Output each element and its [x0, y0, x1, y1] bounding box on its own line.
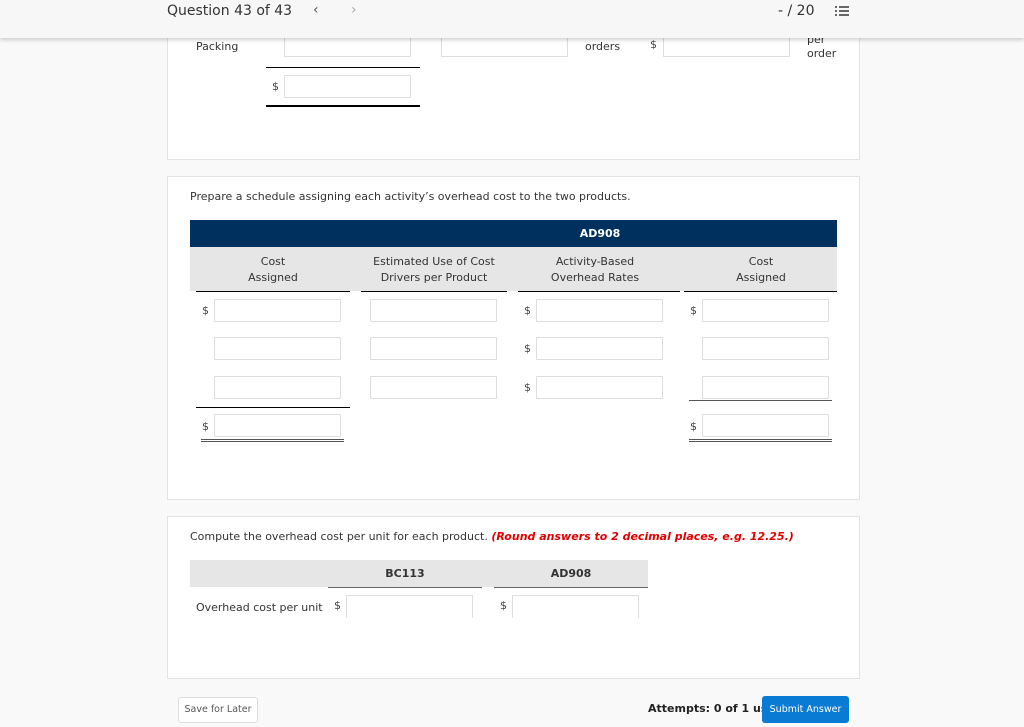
col-header-estimated-use: Estimated Use of Cost Drivers per Product	[357, 254, 511, 286]
currency-symbol: $	[202, 420, 209, 433]
currency-symbol: $	[524, 381, 531, 394]
header-rule	[328, 587, 482, 588]
ad908-overhead-per-unit-input[interactable]	[512, 595, 639, 618]
row-label-overhead-per-unit: Overhead cost per unit	[196, 601, 323, 614]
bc113-cost-assigned-row1[interactable]	[214, 299, 341, 322]
question-counter: Question 43 of 43	[167, 3, 293, 19]
question-list-icon[interactable]	[835, 5, 849, 17]
ad908-rate-row1[interactable]	[536, 299, 663, 322]
rounding-note: (Round answers to 2 decimal places, e.g.…	[491, 530, 794, 543]
currency-symbol: $	[524, 342, 531, 355]
ad908-driver-use-row3[interactable]	[370, 376, 497, 399]
order-text: order	[807, 47, 837, 60]
per-unit-instruction: Compute the overhead cost per unit for e…	[190, 530, 794, 543]
header-rule	[494, 587, 648, 588]
bc113-overhead-per-unit-input[interactable]	[346, 595, 473, 618]
ad908-rate-row3[interactable]	[536, 376, 663, 399]
header-rule	[684, 291, 837, 292]
subtotal-rule	[196, 407, 350, 408]
col-header-line: Drivers per Product	[380, 271, 488, 284]
bc113-cost-assigned-row3[interactable]	[214, 376, 341, 399]
col-header-line: Cost	[748, 255, 774, 268]
col-header-cost-assigned-bc113: Cost Assigned	[196, 254, 350, 286]
save-for-later-button[interactable]: Save for Later	[178, 697, 258, 723]
ad908-cost-assigned-row2[interactable]	[702, 337, 829, 360]
double-total-rule	[201, 439, 344, 442]
ad908-cost-assigned-row1[interactable]	[702, 299, 829, 322]
bc113-total-cost-assigned[interactable]	[214, 414, 341, 437]
total-overhead-input[interactable]	[284, 75, 411, 98]
currency-symbol: $	[650, 38, 657, 51]
next-question-button[interactable]: ›	[351, 2, 357, 18]
currency-symbol: $	[272, 80, 279, 93]
col-header-line: Assigned	[248, 271, 298, 284]
double-total-rule	[689, 439, 832, 442]
ad908-rate-row2[interactable]	[536, 337, 663, 360]
col-header-line: Overhead Rates	[550, 271, 640, 284]
currency-symbol: $	[500, 599, 507, 612]
orders-unit-label: orders	[585, 40, 621, 53]
currency-symbol: $	[690, 420, 697, 433]
ad908-cost-assigned-row3[interactable]	[702, 376, 829, 399]
previous-question-button[interactable]: ‹	[313, 2, 319, 18]
ad908-total-cost-assigned[interactable]	[702, 414, 829, 437]
currency-symbol: $	[690, 304, 697, 317]
col-header-cost-assigned-ad908: Cost Assigned	[684, 254, 838, 286]
subtotal-rule	[689, 400, 832, 401]
subtotal-rule	[266, 67, 420, 68]
col-header-bc113: BC113	[385, 567, 425, 580]
ad908-driver-use-row1[interactable]	[370, 299, 497, 322]
col-header-line: Cost	[260, 255, 286, 268]
currency-symbol: $	[334, 599, 341, 612]
submit-answer-button[interactable]: Submit Answer	[762, 696, 849, 723]
currency-symbol: $	[202, 304, 209, 317]
col-header-ad908: AD908	[550, 567, 592, 580]
currency-symbol: $	[524, 304, 531, 317]
instruction-text: Compute the overhead cost per unit for e…	[190, 530, 488, 543]
schedule-instruction: Prepare a schedule assigning each activi…	[190, 190, 631, 203]
col-header-line: Estimated Use of Cost	[373, 255, 495, 268]
product-ad908-title: AD908	[579, 227, 621, 240]
col-header-line: Activity-Based	[555, 255, 635, 268]
header-rule	[361, 291, 507, 292]
score-display: - / 20	[778, 3, 815, 19]
question-header: Question 43 of 43 ‹ › - / 20	[0, 0, 1024, 38]
header-rule	[196, 291, 350, 292]
ad908-driver-use-row2[interactable]	[370, 337, 497, 360]
col-header-line: Assigned	[736, 271, 786, 284]
header-rule	[518, 291, 680, 292]
bc113-cost-assigned-row2[interactable]	[214, 337, 341, 360]
row-label-packing: Packing	[196, 40, 239, 53]
product-header-bar	[190, 220, 837, 247]
total-rule	[266, 105, 420, 107]
col-header-activity-rates: Activity-Based Overhead Rates	[518, 254, 672, 286]
